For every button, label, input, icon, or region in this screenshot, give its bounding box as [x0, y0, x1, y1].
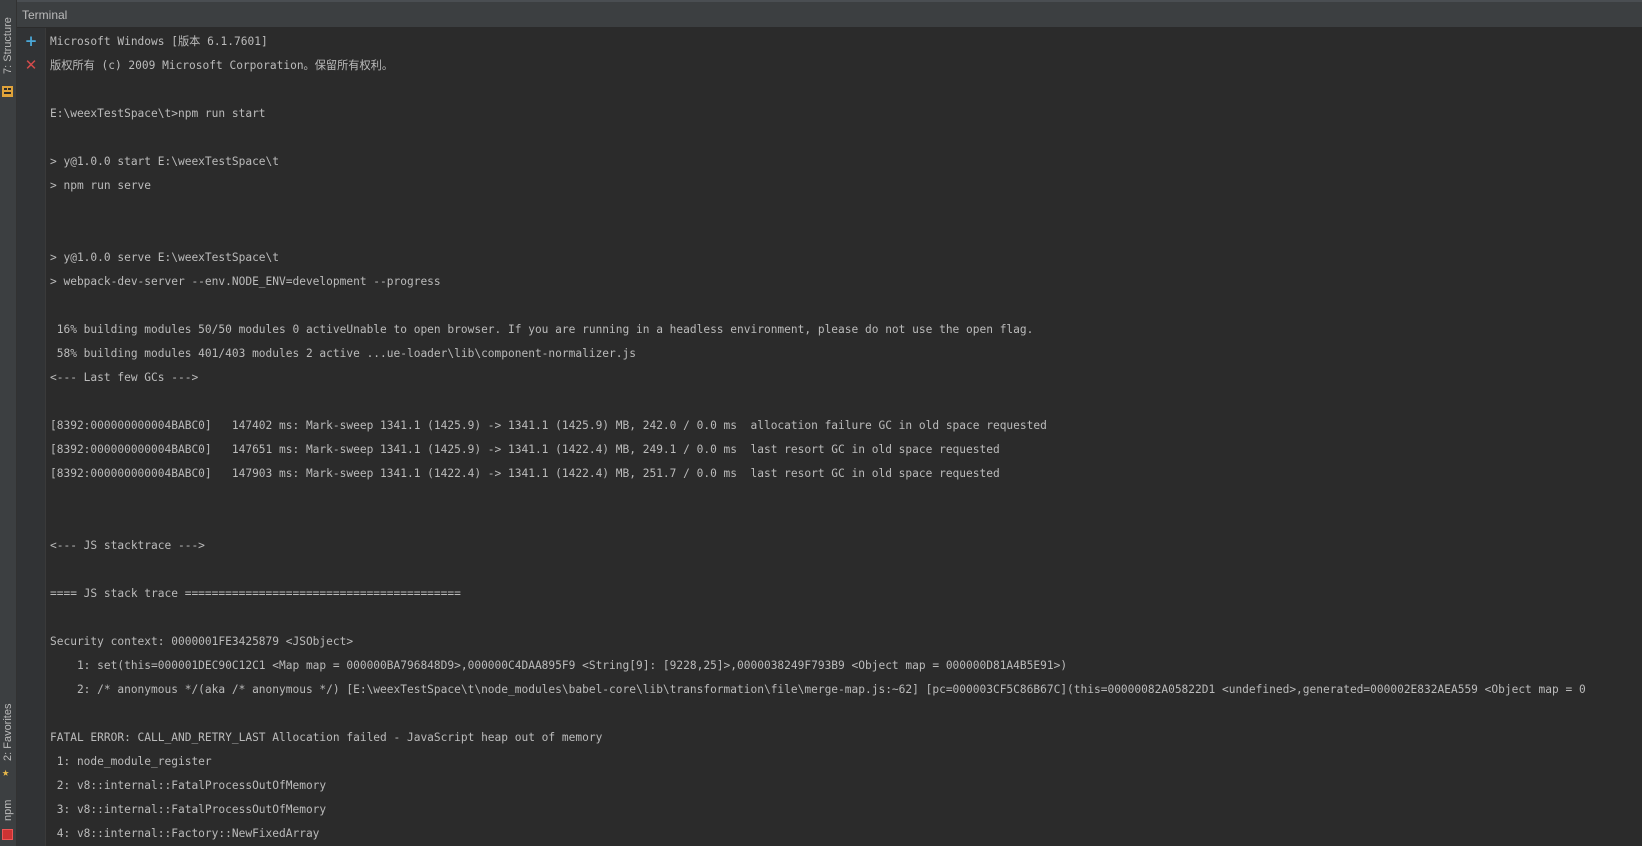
terminal-line: 版权所有 (c) 2009 Microsoft Corporation。保留所有… [50, 59, 394, 72]
structure-tab[interactable]: 7: Structure [1, 14, 15, 78]
close-session-button[interactable]: ✕ [24, 58, 38, 73]
terminal-line: 1: node_module_register [50, 755, 212, 768]
terminal-line: > y@1.0.0 start E:\weexTestSpace\t [50, 155, 280, 168]
structure-icon[interactable] [2, 82, 13, 97]
favorites-tab[interactable]: 2: Favorites [1, 700, 15, 764]
terminal-line: [8392:000000000004BABC0] 147651 ms: Mark… [50, 443, 1000, 456]
terminal-title-bar: Terminal [17, 0, 1642, 28]
terminal-line: <--- JS stacktrace ---> [50, 539, 205, 552]
terminal-toolbar: + ✕ [17, 28, 46, 846]
terminal-line: 2: /* anonymous */(aka /* anonymous */) … [50, 683, 1586, 696]
terminal-line: 16% building modules 50/50 modules 0 act… [50, 323, 1034, 336]
terminal-line: <--- Last few GCs ---> [50, 371, 199, 384]
new-session-button[interactable]: + [24, 34, 38, 49]
terminal-line: [8392:000000000004BABC0] 147903 ms: Mark… [50, 467, 1000, 480]
terminal-line: FATAL ERROR: CALL_AND_RETRY_LAST Allocat… [50, 731, 603, 744]
npm-tab[interactable]: npm [1, 795, 15, 825]
title-accent [17, 0, 1642, 2]
terminal-line: 1: set(this=000001DEC90C12C1 <Map map = … [50, 659, 1068, 672]
terminal-title: Terminal [22, 8, 68, 22]
terminal-line: Microsoft Windows [版本 6.1.7601] [50, 35, 268, 48]
terminal-line: > npm run serve [50, 179, 152, 192]
star-icon[interactable]: ★ [2, 766, 13, 778]
terminal-line: 58% building modules 401/403 modules 2 a… [50, 347, 636, 360]
terminal-line: Security context: 0000001FE3425879 <JSOb… [50, 635, 354, 648]
terminal-line: 3: v8::internal::FatalProcessOutOfMemory [50, 803, 327, 816]
terminal-line: > webpack-dev-server --env.NODE_ENV=deve… [50, 275, 441, 288]
terminal-line: ==== JS stack trace ====================… [50, 587, 461, 600]
terminal-line: > y@1.0.0 serve E:\weexTestSpace\t [50, 251, 280, 264]
terminal-line: 2: v8::internal::FatalProcessOutOfMemory [50, 779, 327, 792]
npm-icon[interactable] [2, 829, 13, 840]
terminal-app: 7: Structure 2: Favorites ★ npm Terminal… [0, 0, 1642, 846]
terminal-line: E:\weexTestSpace\t>npm run start [50, 107, 266, 120]
terminal-output[interactable]: Microsoft Windows [版本 6.1.7601] 版权所有 (c) … [50, 30, 1642, 846]
terminal-line: [8392:000000000004BABC0] 147402 ms: Mark… [50, 419, 1047, 432]
left-tool-strip: 7: Structure 2: Favorites ★ npm [0, 0, 17, 846]
terminal-line: 4: v8::internal::Factory::NewFixedArray [50, 827, 320, 840]
